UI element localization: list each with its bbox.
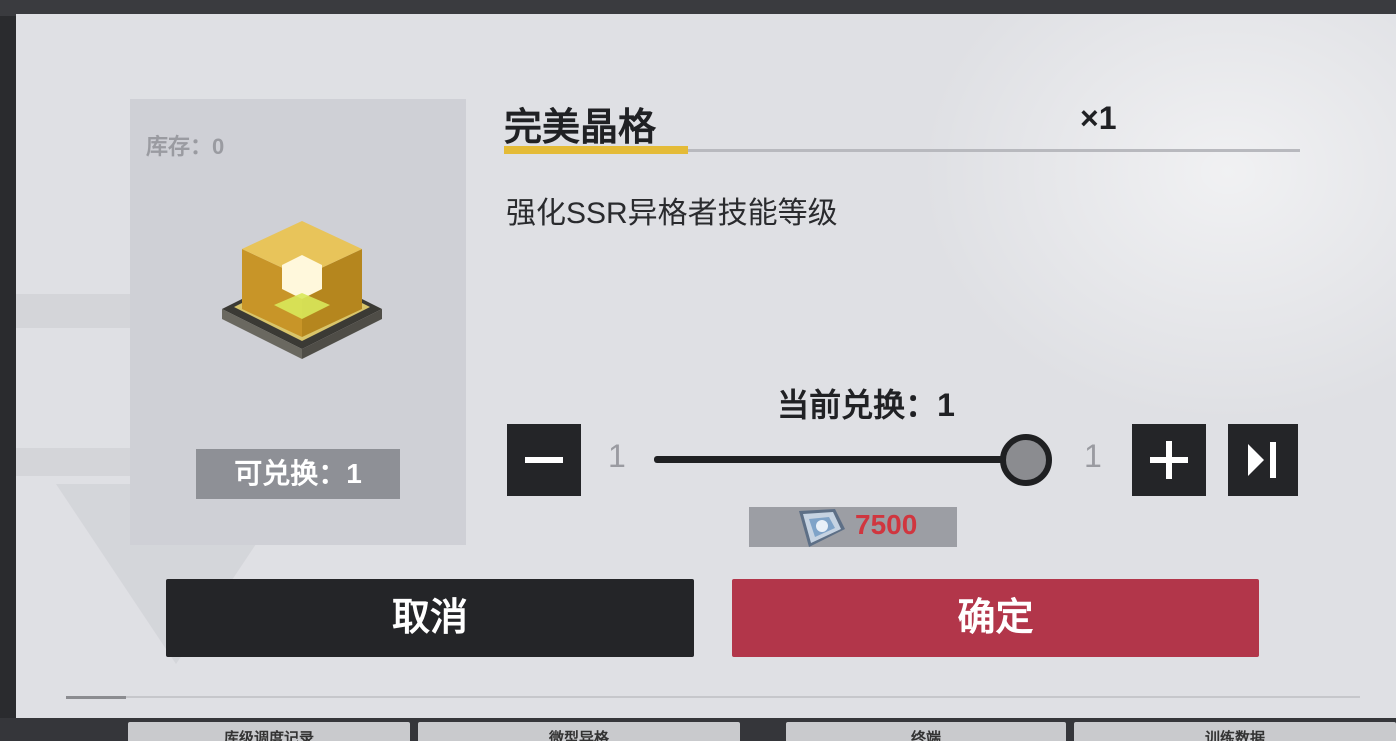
background-tab-1: 库级调度记录 bbox=[128, 722, 410, 741]
decrease-button[interactable] bbox=[507, 424, 581, 496]
background-tab-4: 训练数据 bbox=[1074, 722, 1396, 741]
background-tab-label: 终端 bbox=[910, 730, 941, 741]
current-exchange-label: 当前兑换：1 bbox=[777, 387, 955, 423]
item-name: 完美晶格 bbox=[504, 107, 657, 149]
background-tab-label: 训练数据 bbox=[1204, 730, 1265, 741]
increase-button[interactable] bbox=[1132, 424, 1206, 496]
cancel-button[interactable]: 取消 bbox=[166, 579, 694, 657]
item-description: 强化SSR异格者技能等级 bbox=[506, 197, 838, 230]
crystal-currency-icon bbox=[799, 509, 845, 547]
exchange-dialog: 库存：0 可兑换：1 完美晶格 ×1 强化SSR异格者技能等级 当前兑换：1 1… bbox=[16, 14, 1396, 718]
slider-max-value: 1 bbox=[1084, 438, 1102, 474]
background-tab-label: 库级调度记录 bbox=[223, 730, 314, 741]
stock-label: 库存：0 bbox=[146, 134, 225, 159]
divider-accent bbox=[66, 696, 126, 699]
divider bbox=[66, 696, 1360, 698]
minus-icon bbox=[525, 457, 563, 463]
quantity-slider-handle[interactable] bbox=[1000, 434, 1052, 486]
cost-badge: 7500 bbox=[749, 507, 957, 547]
title-underline-accent bbox=[504, 146, 688, 154]
max-button[interactable] bbox=[1228, 424, 1298, 496]
slider-min-value: 1 bbox=[608, 438, 626, 474]
quantity-slider-track[interactable] bbox=[654, 456, 1026, 463]
background-tab-2: 微型异格 bbox=[418, 722, 740, 741]
lattice-crystal-item bbox=[222, 221, 382, 359]
background-tab-label: 微型异格 bbox=[548, 730, 609, 741]
background-tab-3: 终端 bbox=[786, 722, 1066, 741]
watermark-decoration bbox=[916, 14, 1396, 424]
confirm-button[interactable]: 确定 bbox=[732, 579, 1259, 657]
item-quantity: ×1 bbox=[1080, 100, 1117, 136]
cost-value: 7500 bbox=[855, 509, 918, 540]
exchangeable-count: 可兑换：1 bbox=[196, 449, 400, 499]
item-card: 库存：0 可兑换：1 bbox=[130, 99, 466, 545]
